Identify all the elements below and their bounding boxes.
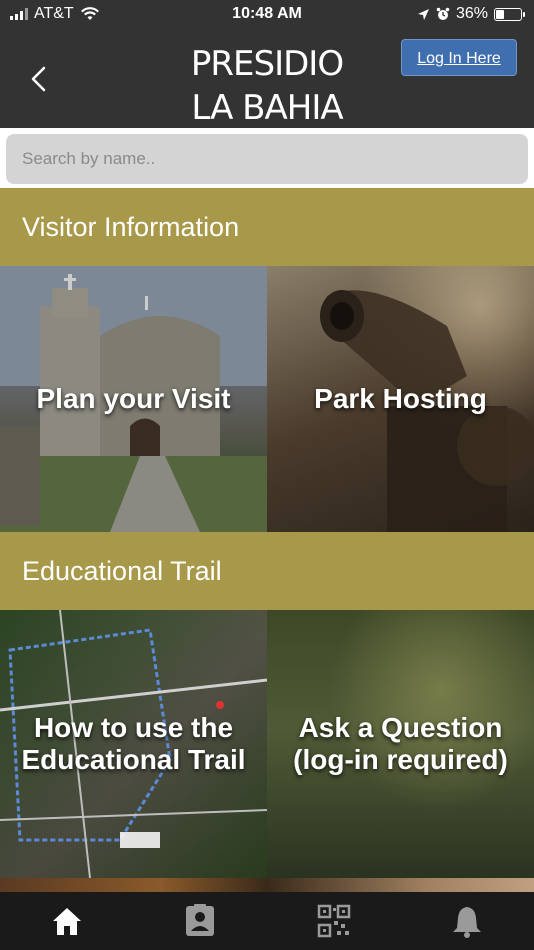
tile-label-line-1: How to use the [33, 712, 234, 743]
next-tiles-peek [0, 878, 534, 892]
search-bar [0, 128, 534, 188]
search-input[interactable] [6, 134, 528, 184]
section-header-educational-trail: Educational Trail [0, 532, 534, 610]
tile-educational-trail-guide[interactable]: How to use the Educational Trail [0, 610, 267, 878]
tile-label: Plan your Visit [36, 383, 231, 414]
status-bar: AT&T 10:48 AM 36% [0, 0, 534, 28]
contact-card-icon[interactable] [183, 904, 217, 938]
tile-label: Ask a Question (log-in required) [293, 712, 508, 776]
title-line-2: LA BAHIA [191, 88, 343, 128]
tile-label: How to use the Educational Trail [21, 712, 245, 776]
tile-label-line-1: Ask a Question [298, 712, 503, 743]
location-arrow-icon [417, 8, 429, 20]
tile-label-line-2: Educational Trail [21, 744, 246, 775]
home-icon[interactable] [50, 904, 84, 938]
tile-park-hosting[interactable]: Park Hosting [267, 266, 534, 532]
tile-label-line-2: (log-in required) [293, 744, 508, 775]
bell-icon[interactable] [450, 904, 484, 938]
battery-icon [494, 7, 525, 21]
qr-code-icon[interactable] [317, 904, 351, 938]
tile-plan-your-visit[interactable]: Plan your Visit [0, 266, 267, 532]
app-header: PRESIDIO LA BAHIA Log In Here [0, 28, 534, 128]
tile-ask-a-question[interactable]: Ask a Question (log-in required) [267, 610, 534, 878]
tab-bar [0, 892, 534, 950]
section-header-visitor-information: Visitor Information [0, 188, 534, 266]
login-button[interactable]: Log In Here [401, 39, 517, 76]
alarm-icon [436, 7, 450, 20]
battery-percent: 36% [455, 5, 488, 22]
tile-label: Park Hosting [314, 383, 487, 414]
